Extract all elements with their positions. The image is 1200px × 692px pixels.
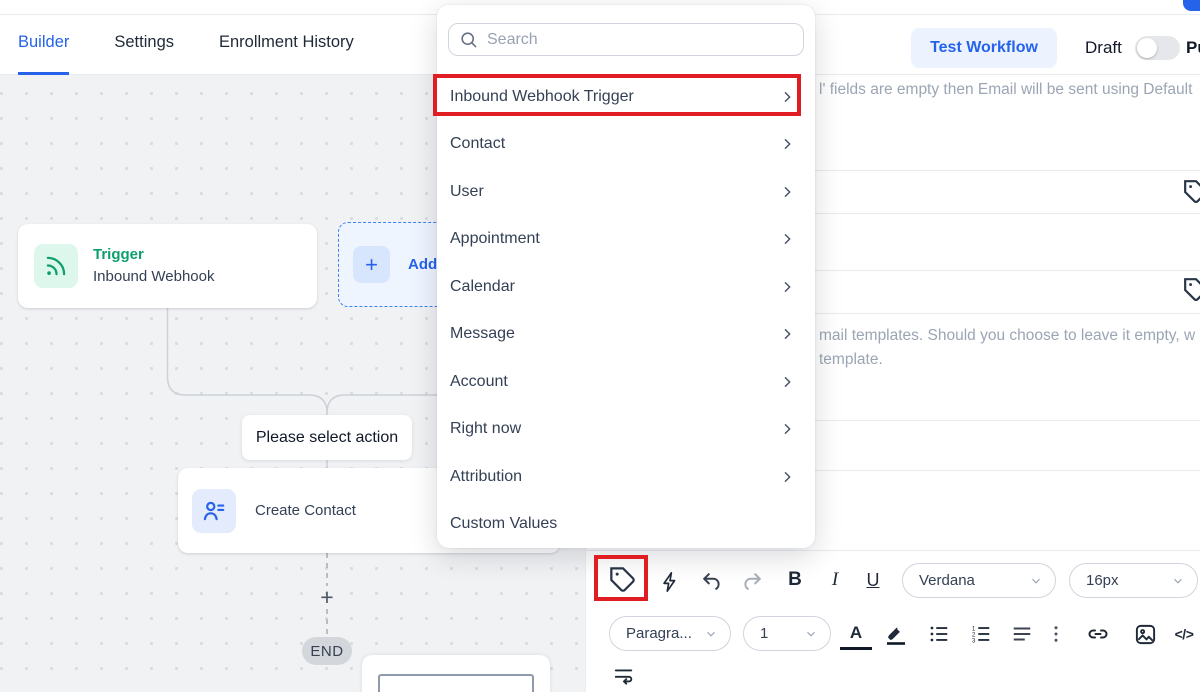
menu-item-inbound-webhook-trigger[interactable]: Inbound Webhook Trigger	[437, 73, 815, 121]
helper-text-top: l' fields are empty then Email will be s…	[819, 81, 1192, 99]
add-action-plus-button[interactable]: +	[316, 585, 338, 609]
chevron-right-icon	[779, 231, 795, 247]
chevron-right-icon	[779, 374, 795, 390]
partial-corner-button[interactable]	[1183, 0, 1200, 11]
underline-button[interactable]: U	[856, 563, 890, 597]
field-divider	[586, 550, 1200, 551]
more-options-icon[interactable]	[1041, 617, 1071, 651]
lightning-icon[interactable]	[656, 568, 684, 596]
tag-icon[interactable]	[1183, 179, 1200, 205]
add-trigger-label: Add	[408, 256, 437, 273]
line-height-select[interactable]: 1	[743, 616, 831, 651]
chevron-right-icon	[779, 421, 795, 437]
menu-item-right-now[interactable]: Right now	[437, 406, 815, 454]
svg-text:3: 3	[972, 637, 976, 644]
tag-icon[interactable]	[1183, 277, 1200, 303]
dropdown-menu: Inbound Webhook Trigger Contact User App…	[437, 73, 815, 548]
trigger-node-title: Trigger	[93, 244, 215, 266]
toggle-knob	[1137, 38, 1157, 58]
select-action-tooltip: Please select action	[242, 415, 412, 460]
menu-item-account[interactable]: Account	[437, 358, 815, 406]
menu-item-custom-values[interactable]: Custom Values	[437, 501, 815, 549]
helper-text-mid-line1: mail templates. Should you choose to lea…	[819, 327, 1195, 345]
trigger-node[interactable]: Trigger Inbound Webhook	[18, 224, 317, 308]
undo-icon[interactable]	[698, 568, 726, 596]
merge-tag-button[interactable]	[606, 563, 640, 597]
test-workflow-button[interactable]: Test Workflow	[911, 28, 1057, 68]
publish-label: Pu	[1186, 38, 1200, 58]
align-icon[interactable]	[1005, 617, 1039, 651]
menu-item-message[interactable]: Message	[437, 311, 815, 359]
chevron-right-icon	[779, 469, 795, 485]
workflow-builder-screen: Trigger Inbound Webhook + Add Please sel…	[0, 0, 1200, 692]
nav-tabs: Builder Settings Enrollment History	[18, 15, 354, 75]
line-height-value: 1	[760, 625, 768, 642]
tab-builder[interactable]: Builder	[18, 15, 69, 75]
tab-settings[interactable]: Settings	[114, 15, 174, 75]
chevron-down-icon	[1029, 574, 1043, 588]
menu-item-attribution[interactable]: Attribution	[437, 453, 815, 501]
font-family-select[interactable]: Verdana	[902, 563, 1056, 598]
italic-button[interactable]: I	[818, 563, 852, 597]
webhook-rss-icon	[34, 244, 78, 288]
chevron-right-icon	[779, 89, 795, 105]
bottom-node-field	[378, 674, 534, 692]
font-size-value: 16px	[1086, 572, 1119, 589]
chevron-down-icon	[804, 627, 818, 641]
end-badge: END	[302, 637, 352, 665]
code-view-button[interactable]: </>	[1167, 617, 1200, 651]
text-wrap-icon[interactable]	[609, 661, 639, 689]
menu-item-appointment[interactable]: Appointment	[437, 216, 815, 264]
dropdown-search[interactable]	[448, 23, 804, 56]
menu-item-contact[interactable]: Contact	[437, 121, 815, 169]
font-size-select[interactable]: 16px	[1069, 563, 1198, 598]
chevron-right-icon	[779, 136, 795, 152]
paragraph-style-value: Paragra...	[626, 625, 692, 642]
trigger-node-subtitle: Inbound Webhook	[93, 266, 215, 288]
chevron-right-icon	[779, 326, 795, 342]
trigger-actions-dropdown: Inbound Webhook Trigger Contact User App…	[437, 5, 815, 548]
chevron-down-icon	[1171, 574, 1185, 588]
search-icon	[459, 30, 478, 49]
plus-icon: +	[353, 246, 390, 283]
menu-item-calendar[interactable]: Calendar	[437, 263, 815, 311]
chevron-right-icon	[779, 279, 795, 295]
create-contact-label: Create Contact	[255, 502, 356, 519]
paragraph-style-select[interactable]: Paragra...	[609, 616, 731, 651]
highlight-color-button[interactable]	[879, 618, 913, 650]
ordered-list-icon[interactable]: 1 2 3	[964, 617, 998, 651]
partial-bottom-node[interactable]	[362, 655, 550, 692]
chevron-right-icon	[779, 184, 795, 200]
publish-toggle[interactable]	[1135, 36, 1180, 60]
menu-item-user[interactable]: User	[437, 168, 815, 216]
search-input[interactable]	[487, 31, 793, 49]
contact-person-icon	[192, 489, 236, 533]
chevron-down-icon	[704, 627, 718, 641]
text-color-button[interactable]: A	[840, 618, 872, 650]
redo-icon[interactable]	[738, 568, 766, 596]
bullet-list-icon[interactable]	[922, 617, 956, 651]
link-icon[interactable]	[1081, 617, 1115, 651]
tab-enrollment-history[interactable]: Enrollment History	[219, 15, 354, 75]
draft-label: Draft	[1085, 38, 1122, 58]
image-icon[interactable]	[1128, 617, 1162, 651]
bold-button[interactable]: B	[778, 563, 812, 597]
font-family-value: Verdana	[919, 572, 975, 589]
helper-text-mid-line2: template.	[819, 351, 883, 369]
